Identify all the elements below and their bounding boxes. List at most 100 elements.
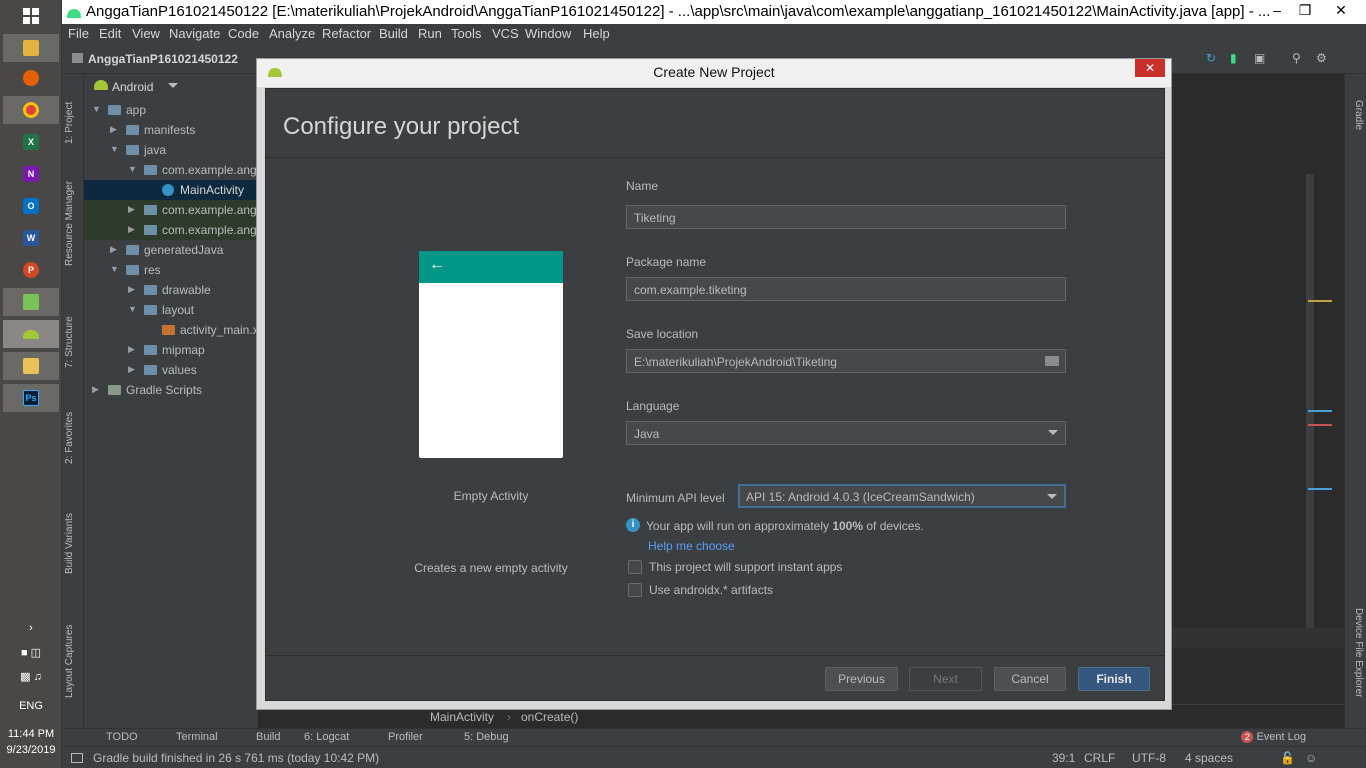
menu-navigate[interactable]: Navigate [169,26,220,41]
tree-item[interactable]: ▶ drawable [84,280,258,300]
taskbar-android-studio-alt[interactable] [3,288,59,316]
editor-scrollbar[interactable] [1306,174,1314,634]
taskbar-chrome[interactable] [3,96,59,124]
taskbar-android-studio[interactable] [3,320,59,348]
taskbar-firefox[interactable] [3,64,59,92]
taskbar-excel[interactable]: X [3,128,59,156]
taskbar-file-manager[interactable] [3,352,59,380]
tree-item[interactable]: ▼ java [84,140,258,160]
dialog-close-button[interactable]: ✕ [1135,59,1165,77]
finish-button[interactable]: Finish [1078,667,1150,691]
tool-tab-1-project[interactable]: 1: Project [64,84,82,144]
line-separator[interactable]: CRLF [1084,751,1115,765]
menu-build[interactable]: Build [379,26,408,41]
menu-analyze[interactable]: Analyze [269,26,315,41]
menu-file[interactable]: File [68,26,89,41]
file-encoding[interactable]: UTF-8 [1132,751,1166,765]
tree-item[interactable]: MainActivity [84,180,258,200]
nav-project-crumb[interactable]: AnggaTianP161021450122 [88,52,238,66]
tree-item[interactable]: ▶ com.example.angg [84,200,263,220]
toggle-tool-windows-icon[interactable] [71,753,83,763]
expanded-arrow-icon[interactable]: ▼ [110,264,119,274]
taskbar-word[interactable]: W [3,224,59,252]
event-log-button[interactable]: 2 Event Log [1241,731,1306,743]
menu-tools[interactable]: Tools [451,26,481,41]
tray-system-icons[interactable]: ■ ◫ [0,646,62,659]
sdk-manager-icon[interactable]: ▣ [1254,51,1270,67]
language-select[interactable]: Java [626,421,1066,445]
bottom-tool-6-logcat[interactable]: 6: Logcat [304,731,349,743]
search-icon[interactable]: ⚲ [1292,51,1308,67]
menu-vcs[interactable]: VCS [492,26,519,41]
maximize-button[interactable]: ❐ [1290,2,1320,19]
tool-tab-resource-manager[interactable]: Resource Manager [64,174,82,266]
taskbar-file-explorer[interactable] [3,34,59,62]
menu-run[interactable]: Run [418,26,442,41]
lock-icon[interactable]: 🔓 [1280,751,1295,765]
status-message[interactable]: Gradle build finished in 26 s 761 ms (to… [93,751,379,765]
collapsed-arrow-icon[interactable]: ▶ [92,384,99,395]
menu-refactor[interactable]: Refactor [322,26,371,41]
expanded-arrow-icon[interactable]: ▼ [128,304,137,314]
breadcrumb-method[interactable]: onCreate() [521,710,578,724]
previous-button[interactable]: Previous [825,667,898,691]
caret-position[interactable]: 39:1 [1052,751,1075,765]
collapsed-arrow-icon[interactable]: ▶ [128,204,135,215]
menu-code[interactable]: Code [228,26,259,41]
bottom-tool-build[interactable]: Build [256,731,280,743]
menu-view[interactable]: View [132,26,160,41]
bottom-tool-todo[interactable]: TODO [106,731,138,743]
expanded-arrow-icon[interactable]: ▼ [128,164,137,174]
tree-item[interactable]: ▶ mipmap [84,340,258,360]
name-field[interactable]: Tiketing [626,205,1066,229]
tree-item[interactable]: ▼ app [84,100,258,120]
language-indicator[interactable]: ENG [0,700,62,712]
browse-folder-icon[interactable] [1045,356,1059,366]
tree-item[interactable]: ▶ generatedJava [84,240,258,260]
taskbar-outlook[interactable]: O [3,192,59,220]
clock-time[interactable]: 11:44 PM [0,728,62,740]
tree-item[interactable]: ▼ res [84,260,258,280]
help-me-choose-link[interactable]: Help me choose [648,539,735,553]
min-api-select[interactable]: API 15: Android 4.0.3 (IceCreamSandwich) [738,484,1066,508]
avd-manager-icon[interactable]: ▮ [1230,51,1246,67]
next-button[interactable]: Next [909,667,982,691]
indent-setting[interactable]: 4 spaces [1185,751,1233,765]
tray-network-volume-icons[interactable]: ▩ ♫ [0,670,62,683]
collapsed-arrow-icon[interactable]: ▶ [128,224,135,235]
save-location-field[interactable]: E:\materikuliah\ProjekAndroid\Tiketing [626,349,1066,373]
close-window-button[interactable]: ✕ [1326,2,1356,19]
tree-item[interactable]: ▶ values [84,360,258,380]
tree-item[interactable]: ▶ com.example.angg [84,220,263,240]
tray-expand-icon[interactable]: › [0,622,62,634]
collapsed-arrow-icon[interactable]: ▶ [110,244,117,255]
bottom-tool-profiler[interactable]: Profiler [388,731,423,743]
hector-icon[interactable]: ☺ [1305,751,1317,765]
tree-item[interactable]: ▼ com.example.angg [84,160,263,180]
collapsed-arrow-icon[interactable]: ▶ [128,364,135,375]
menu-help[interactable]: Help [583,26,610,41]
tree-item[interactable]: ▼ layout [84,300,258,320]
taskbar-powerpoint[interactable]: P [3,256,59,284]
cancel-button[interactable]: Cancel [994,667,1066,691]
tree-item[interactable]: ▶ manifests [84,120,258,140]
taskbar-onenote[interactable]: N [3,160,59,188]
instant-apps-checkbox[interactable] [628,560,642,574]
menu-window[interactable]: Window [525,26,571,41]
collapsed-arrow-icon[interactable]: ▶ [110,124,117,135]
expanded-arrow-icon[interactable]: ▼ [110,144,119,154]
bottom-tool-terminal[interactable]: Terminal [176,731,218,743]
collapsed-arrow-icon[interactable]: ▶ [128,284,135,295]
tool-tab-2-favorites[interactable]: 2: Favorites [64,406,82,464]
minimize-button[interactable]: – [1262,2,1292,18]
menu-edit[interactable]: Edit [99,26,121,41]
tree-item[interactable]: activity_main.x [84,320,259,340]
collapsed-arrow-icon[interactable]: ▶ [128,344,135,355]
breadcrumb-class[interactable]: MainActivity [430,710,494,724]
tool-tab-gradle[interactable]: Gradle [1346,100,1364,130]
bottom-tool-5-debug[interactable]: 5: Debug [464,731,509,743]
tool-tab-layout-captures[interactable]: Layout Captures [64,620,82,698]
package-name-field[interactable]: com.example.tiketing [626,277,1066,301]
tool-tab-7-structure[interactable]: 7: Structure [64,310,82,368]
androidx-checkbox[interactable] [628,583,642,597]
